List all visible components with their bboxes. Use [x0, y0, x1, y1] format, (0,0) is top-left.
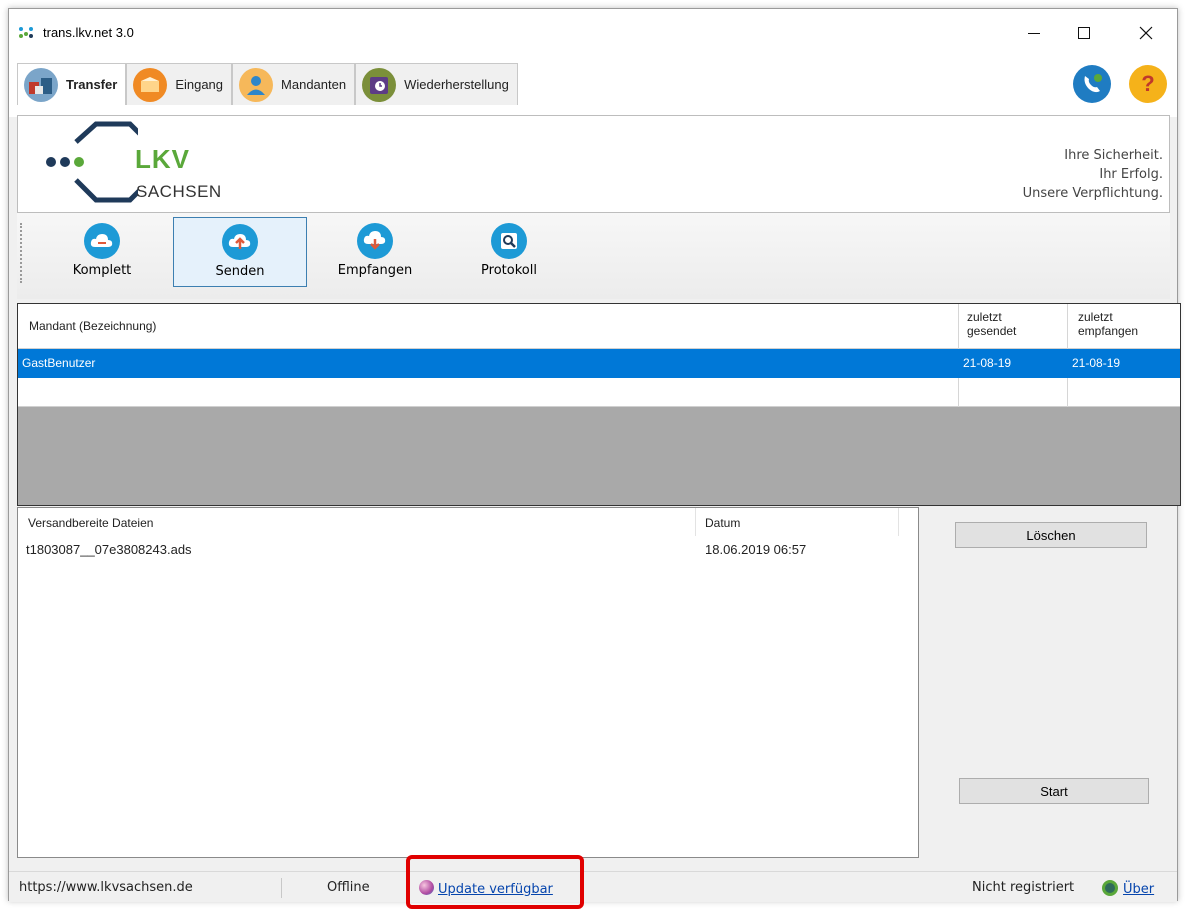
column-header-received[interactable]: zuletzt empfangen [1067, 304, 1182, 349]
column-divider [695, 508, 696, 536]
tab-mandanten-label: Mandanten [281, 77, 347, 92]
cloud-download-icon [357, 223, 393, 259]
file-date: 18.06.2019 06:57 [705, 542, 807, 557]
maximize-icon [1078, 27, 1090, 39]
slogan-line: Ihr Erfolg. [1099, 167, 1163, 182]
tab-wiederherstellung[interactable]: Wiederherstellung [355, 63, 518, 105]
protokoll-label: Protokoll [481, 263, 537, 278]
about-gear-icon [1102, 880, 1118, 896]
senden-button[interactable]: Senden [173, 217, 307, 287]
connection-status: Offline [327, 880, 370, 895]
empfangen-button[interactable]: Empfangen [327, 217, 423, 287]
empfangen-label: Empfangen [337, 263, 413, 278]
restore-icon [362, 67, 397, 102]
inbox-icon [133, 67, 168, 102]
header-line: zuletzt [967, 310, 1002, 324]
file-name: t1803087__07e3808243.ads [26, 542, 192, 557]
table-row-empty[interactable] [18, 378, 1180, 407]
help-icon: ? [1141, 71, 1155, 96]
slogan-line: Unsere Verpflichtung. [1022, 186, 1163, 201]
website-url: https://www.lkvsachsen.de [19, 880, 193, 895]
minimize-icon [1028, 32, 1040, 34]
toolbar-grip[interactable] [20, 223, 22, 283]
received-date-cell: 21-08-19 [1072, 356, 1121, 370]
window-title: trans.lkv.net 3.0 [43, 25, 134, 40]
support-call-button[interactable] [1073, 65, 1111, 103]
app-logo-icon [19, 26, 37, 40]
header-line: gesendet [967, 324, 1017, 338]
cloud-upload-icon [222, 224, 258, 260]
cell-divider [958, 378, 959, 407]
phone-support-icon [1084, 74, 1102, 93]
header-line: zuletzt [1078, 310, 1113, 324]
header-line: empfangen [1078, 324, 1139, 338]
brand-banner: LKV SACHSEN Ihre Sicherheit. Ihr Erfolg.… [17, 115, 1170, 213]
komplett-button[interactable]: Komplett [57, 217, 147, 287]
delete-button[interactable]: Löschen [955, 522, 1147, 548]
cloud-sync-icon [84, 223, 120, 259]
tab-mandanten[interactable]: Mandanten [232, 63, 356, 105]
brand-slogan: Ihre Sicherheit. Ihr Erfolg. Unsere Verp… [1023, 146, 1163, 203]
files-list[interactable]: Versandbereite Dateien Datum t1803087__0… [17, 507, 919, 858]
tab-wiederherstellung-label: Wiederherstellung [404, 77, 509, 92]
brand-subtitle: SACHSEN [136, 182, 222, 201]
close-button[interactable] [1123, 9, 1169, 57]
lkv-logo-icon [46, 121, 138, 203]
column-header-mandant[interactable]: Mandant (Bezeichnung) [29, 319, 156, 333]
brand-name: LKV [135, 144, 190, 174]
sent-date-cell: 21-08-19 [963, 356, 1012, 370]
main-tab-bar: Transfer Eingang Mandanten Wiederherstel… [9, 57, 1177, 117]
column-header-sent[interactable]: zuletzt gesendet [958, 304, 1066, 349]
app-window: trans.lkv.net 3.0 Transfer Eingang Manda… [8, 8, 1181, 902]
help-button[interactable]: ? [1129, 65, 1167, 103]
list-item[interactable]: t1803087__07e3808243.ads 18.06.2019 06:5… [18, 540, 918, 560]
mandant-name-cell: GastBenutzer [22, 356, 96, 370]
transfer-toolbar: Komplett Senden Empfangen Protokoll [17, 213, 1170, 299]
close-icon [1139, 26, 1153, 40]
start-button[interactable]: Start [959, 778, 1149, 804]
update-highlight-box [406, 855, 584, 909]
transfer-icon [24, 67, 58, 102]
tab-transfer[interactable]: Transfer [17, 63, 127, 105]
mandant-table[interactable]: Mandant (Bezeichnung) zuletzt gesendet z… [17, 303, 1181, 506]
minimize-button[interactable] [1011, 9, 1057, 57]
status-bar: https://www.lkvsachsen.de Offline Update… [9, 871, 1177, 902]
column-divider [898, 508, 899, 536]
komplett-label: Komplett [72, 263, 132, 278]
user-icon [239, 67, 274, 102]
title-bar: trans.lkv.net 3.0 [9, 9, 1177, 57]
slogan-line: Ihre Sicherheit. [1064, 148, 1163, 163]
maximize-button[interactable] [1061, 9, 1107, 57]
tab-eingang[interactable]: Eingang [126, 63, 233, 105]
mandant-table-header: Mandant (Bezeichnung) zuletzt gesendet z… [18, 304, 1180, 349]
registration-status: Nicht registriert [972, 880, 1075, 895]
column-header-date[interactable]: Datum [705, 516, 740, 530]
senden-label: Senden [215, 264, 265, 279]
about-link-label: Über [1123, 882, 1155, 897]
about-link[interactable]: Über [1102, 880, 1154, 897]
tab-transfer-label: Transfer [66, 77, 118, 92]
tab-eingang-label: Eingang [175, 77, 224, 92]
column-header-files[interactable]: Versandbereite Dateien [28, 516, 153, 530]
log-search-icon [491, 223, 527, 259]
cell-divider [1067, 378, 1068, 407]
table-row[interactable]: GastBenutzer 21-08-19 21-08-19 [18, 349, 1180, 378]
status-divider [281, 878, 282, 898]
protokoll-button[interactable]: Protokoll [467, 217, 551, 287]
